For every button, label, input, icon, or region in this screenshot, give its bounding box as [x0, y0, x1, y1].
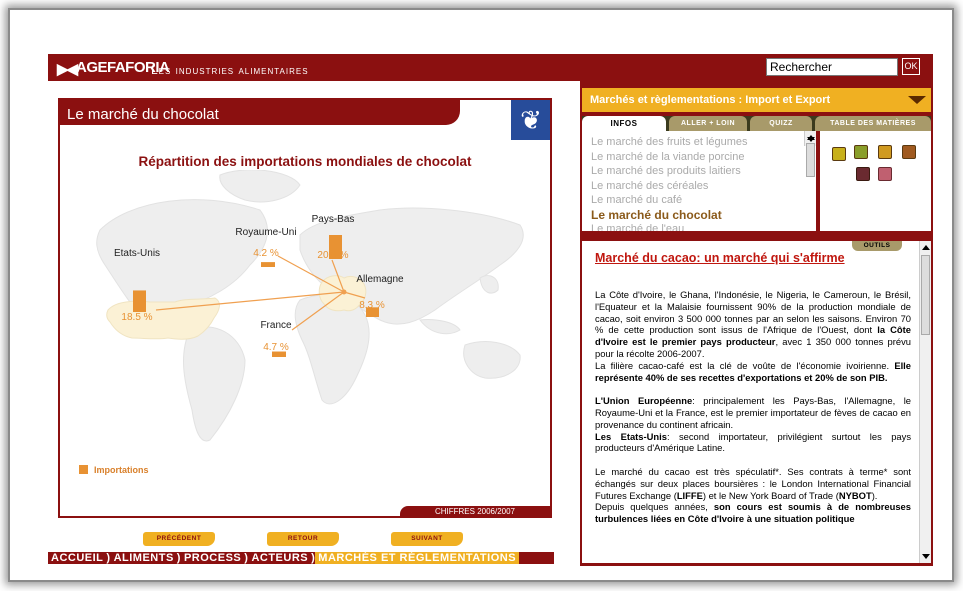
arrow-target-dot: [341, 289, 347, 295]
list-item-selected[interactable]: Le marché du chocolat: [582, 208, 816, 223]
cube-brown-icon[interactable]: [902, 145, 916, 159]
country-label: Allemagne: [356, 274, 404, 285]
scroll-down-icon[interactable]: [922, 554, 930, 559]
article-title: Marché du cacao: un marché qui s'affirme: [595, 251, 845, 265]
list-item[interactable]: Le marché des fruits et légumes: [582, 135, 816, 150]
list-item[interactable]: Le marché des produits laitiers: [582, 164, 816, 179]
paragraph: Depuis quelques années, son cours est so…: [595, 501, 911, 525]
nav-item-process[interactable]: PROCESS: [181, 552, 244, 564]
country-label: Pays-Bas: [312, 214, 355, 225]
cube-green-icon[interactable]: [854, 145, 868, 159]
tools-tab[interactable]: OUTILS: [852, 241, 902, 251]
list-item[interactable]: Le marché du café: [582, 193, 816, 208]
country-label: Etats-Unis: [114, 248, 160, 259]
previous-button[interactable]: PRÉCÉDENT: [143, 532, 215, 546]
paragraph: Le marché du cacao est très spéculatif*.…: [595, 465, 911, 501]
list-scrollbar[interactable]: [804, 131, 816, 177]
back-button[interactable]: RETOUR: [267, 532, 339, 546]
list-item[interactable]: Le marché des céréales: [582, 179, 816, 194]
article-panel: OUTILS Marché du cacao: un marché qui s'…: [582, 241, 931, 563]
scroll-thumb[interactable]: [921, 255, 930, 335]
search-input[interactable]: [766, 58, 898, 76]
paragraph: La filière cacao-café est la clé de voût…: [595, 359, 911, 383]
info-list: Le marché des fruits et légumes Le march…: [582, 131, 816, 231]
top-bar: ▶◀ AGEFAFORIA Les industries alimentaire…: [48, 54, 933, 81]
info-panel: Marchés et règlementations : Import et E…: [580, 81, 933, 566]
legend-swatch: [79, 465, 88, 474]
tab-bar: INFOS ALLER + LOIN QUIZZ TABLE DES MATIÈ…: [582, 116, 931, 131]
cube-yellow-icon[interactable]: [832, 147, 846, 161]
chart-title: Répartition des importations mondiales d…: [138, 154, 472, 169]
value-label: 4.7 %: [263, 342, 289, 353]
list-item[interactable]: Le marché de l'eau: [582, 222, 816, 231]
dropdown-arrow-icon[interactable]: [908, 96, 926, 104]
nav-item-aliments[interactable]: ALIMENTS: [111, 552, 177, 564]
list-item[interactable]: Le marché de la viande porcine: [582, 150, 816, 165]
tab-infos[interactable]: INFOS: [582, 116, 666, 131]
section-title: Marchés et règlementations : Import et E…: [590, 94, 831, 106]
scroll-down-icon[interactable]: [807, 136, 815, 142]
toolbox-icons: [820, 131, 931, 231]
next-button[interactable]: SUIVANT: [391, 532, 463, 546]
value-label: 18.5 %: [121, 312, 152, 323]
tab-aller-loin[interactable]: ALLER + LOIN: [669, 116, 747, 131]
value-label: 4.2 %: [253, 248, 279, 259]
article-scrollbar[interactable]: [919, 241, 931, 563]
bar-0[interactable]: [133, 290, 146, 312]
logo-icon: ▶◀: [57, 61, 78, 78]
value-label: 8.3 %: [359, 300, 385, 311]
paragraph: L'Union Européenne: principalement les P…: [595, 395, 911, 430]
search-ok-button[interactable]: OK: [902, 58, 920, 75]
nav-item-accueil[interactable]: ACCUEIL: [48, 552, 106, 564]
country-label: Royaume-Uni: [235, 227, 296, 238]
chart-legend: Importations: [79, 465, 149, 475]
nav-item-marches[interactable]: MARCHÉS ET RÉGLEMENTATIONS: [315, 552, 520, 564]
article-text: La Côte d'Ivoire, le Ghana, l'Indonésie,…: [595, 289, 911, 525]
window-frame: ▶◀ AGEFAFORIA Les industries alimentaire…: [8, 8, 954, 582]
paragraph: Les Etats-Unis: second importateur, priv…: [595, 430, 912, 454]
cube-dark-icon[interactable]: [856, 167, 870, 181]
value-label: 20.6 %: [317, 250, 348, 261]
world-map-chart: Etats-Unis 18.5 % Royaume-Uni 4.2 % Pays-Bas…: [96, 170, 524, 442]
cube-orange-icon[interactable]: [878, 145, 892, 159]
app-container: ▶◀ AGEFAFORIA Les industries alimentaire…: [48, 54, 933, 566]
main-navigation: ACCUEIL) ALIMENTS) PROCESS) ACTEURS) MARCHÉS…: [48, 552, 554, 564]
chart-panel: Le marché du chocolat ❦ Répartition des …: [58, 98, 552, 518]
legend-label: Importations: [94, 465, 149, 475]
paragraph: La Côte d'Ivoire, le Ghana, l'Indonésie,…: [595, 289, 911, 359]
dragon-emblem-icon: ❦: [511, 100, 550, 140]
figure-source: CHIFFRES 2006/2007: [400, 506, 550, 516]
bar-1[interactable]: [261, 262, 275, 267]
scroll-thumb[interactable]: [806, 143, 815, 177]
panel-title: Le marché du chocolat: [60, 100, 460, 125]
tab-table-matieres[interactable]: TABLE DES MATIÈRES: [815, 116, 931, 131]
scroll-up-icon[interactable]: [922, 245, 930, 250]
app-title: Les industries alimentaires: [151, 63, 309, 77]
nav-item-acteurs[interactable]: ACTEURS: [248, 552, 311, 564]
country-label: France: [260, 320, 292, 331]
cube-pink-icon[interactable]: [878, 167, 892, 181]
tab-quizz[interactable]: QUIZZ: [750, 116, 812, 131]
section-dropdown[interactable]: Marchés et règlementations : Import et E…: [582, 88, 931, 112]
